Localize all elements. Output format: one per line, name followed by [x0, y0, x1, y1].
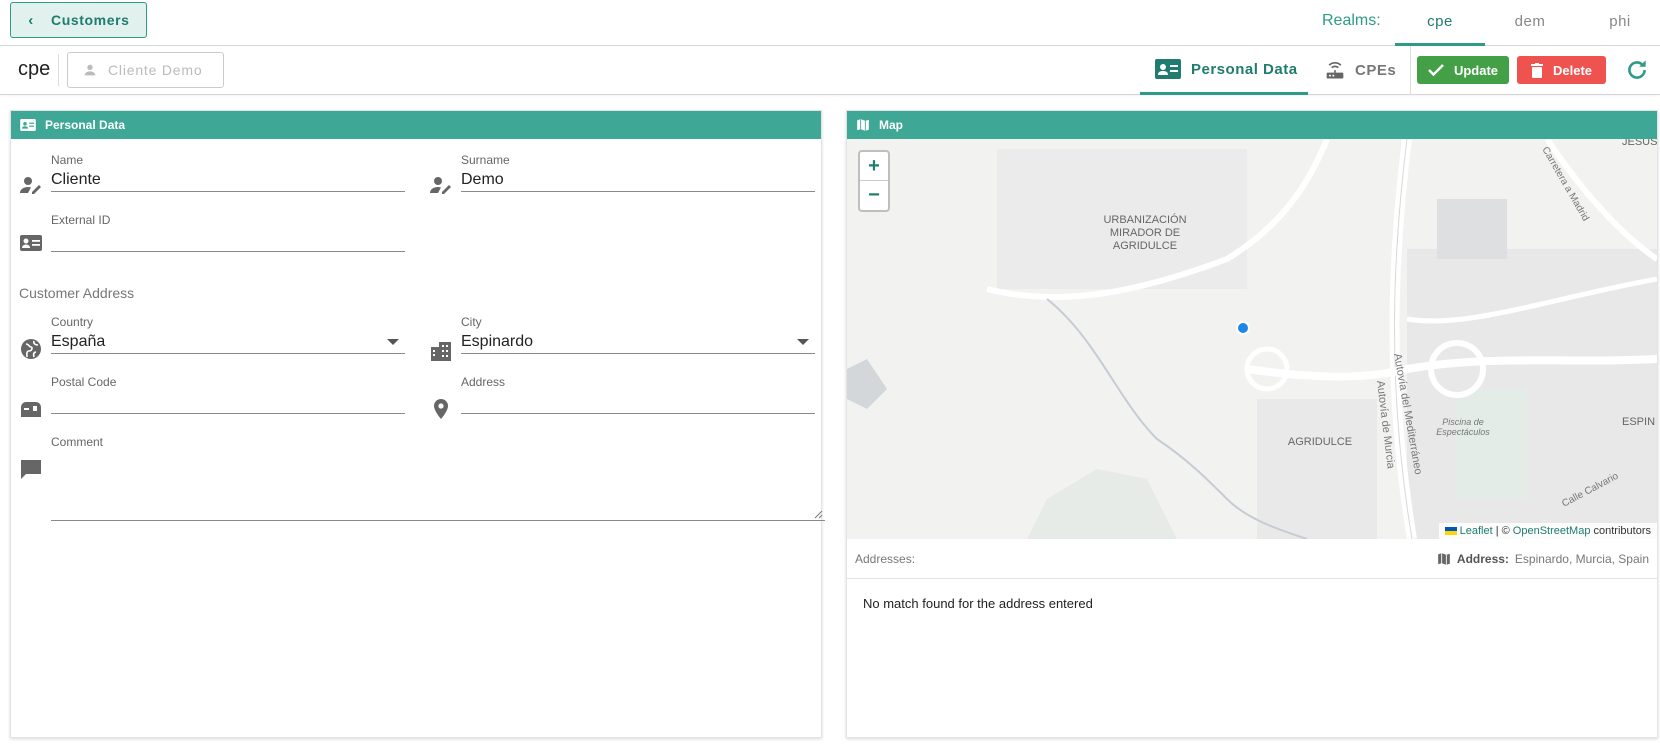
address-label: Address: [461, 375, 506, 389]
map-label: MIRADOR DE: [1110, 227, 1180, 239]
mailbox-icon: [21, 402, 41, 417]
realm-tab-dem[interactable]: dem: [1485, 0, 1575, 46]
person-icon: [84, 64, 96, 76]
location-marker[interactable]: [1236, 321, 1250, 335]
person-edit-icon: [430, 177, 451, 194]
zoom-out-button[interactable]: −: [860, 181, 888, 210]
postal-code-input[interactable]: [51, 393, 405, 414]
surname-field[interactable]: Surname Demo: [461, 153, 815, 192]
external-id-label: External ID: [51, 213, 111, 227]
attribution-separator: | ©: [1495, 525, 1510, 537]
postal-code-label: Postal Code: [51, 375, 117, 389]
map-label: AGRIDULCE: [1288, 436, 1352, 448]
comment-icon: [21, 460, 41, 479]
zoom-control: + −: [858, 150, 890, 212]
realm-tab-phi[interactable]: phi: [1575, 0, 1660, 46]
address-info-bar: Addresses: Address: Espinardo, Murcia, S…: [847, 539, 1657, 579]
zoom-in-button[interactable]: +: [860, 152, 888, 181]
card-title: Map: [879, 118, 903, 132]
customer-toolbar: cpe Cliente Demo Personal Data CPEs Upda…: [0, 46, 1660, 95]
divider: [1410, 46, 1411, 95]
address-field[interactable]: Address: [461, 375, 815, 414]
card-header: Personal Data: [11, 111, 821, 139]
address-key: Address:: [1456, 552, 1509, 566]
name-label: Name: [51, 153, 84, 167]
dropdown-arrow-icon[interactable]: [387, 339, 399, 345]
delete-button-label: Delete: [1552, 62, 1593, 78]
map-attribution: Leaflet | © OpenStreetMap contributors: [1438, 523, 1657, 539]
dropdown-arrow-icon[interactable]: [797, 339, 809, 345]
map-label: JESÚS: [1622, 139, 1657, 148]
name-field[interactable]: Name Cliente: [51, 153, 405, 192]
tab-cpes[interactable]: CPEs: [1325, 46, 1396, 95]
address-value: Espinardo, Murcia, Spain: [1514, 552, 1649, 566]
location-pin-icon: [434, 399, 448, 419]
refresh-icon[interactable]: [1624, 57, 1650, 83]
map-icon: [857, 119, 869, 131]
globe-icon: [21, 339, 41, 359]
current-realm: cpe: [18, 58, 51, 80]
addresses-label: Addresses:: [855, 552, 916, 566]
update-button-label: Update: [1453, 62, 1499, 78]
card-header: Map: [847, 111, 1657, 139]
customer-address-heading: Customer Address: [19, 285, 135, 301]
city-icon: [431, 342, 451, 361]
city-value[interactable]: Espinardo: [461, 333, 815, 354]
card-title: Personal Data: [45, 118, 126, 132]
tab-personal-data-label: Personal Data: [1191, 60, 1298, 78]
comment-textarea[interactable]: [51, 449, 825, 521]
name-input[interactable]: Cliente: [51, 171, 405, 192]
check-icon: [1428, 64, 1444, 77]
city-select[interactable]: City Espinardo: [461, 315, 815, 354]
customer-chip: Cliente Demo: [67, 52, 224, 88]
tab-personal-data[interactable]: Personal Data: [1140, 46, 1308, 95]
trash-icon: [1530, 62, 1543, 78]
router-icon: [1326, 61, 1344, 78]
map-label: ESPIN: [1622, 416, 1655, 428]
comment-label: Comment: [51, 435, 104, 449]
city-label: City: [461, 315, 482, 329]
map-view[interactable]: URBANIZACIÓN MIRADOR DE AGRIDULCE AGRIDU…: [847, 139, 1657, 539]
comment-field[interactable]: Comment: [51, 435, 825, 521]
address-summary: Address: Espinardo, Murcia, Spain: [1437, 552, 1649, 566]
openstreetmap-link[interactable]: OpenStreetMap: [1513, 525, 1591, 537]
delete-button[interactable]: Delete: [1517, 56, 1606, 84]
map-icon: [1438, 553, 1450, 565]
resize-handle-icon[interactable]: [814, 510, 823, 519]
update-button[interactable]: Update: [1417, 56, 1509, 84]
country-label: Country: [51, 315, 94, 329]
map-label: Espectáculos: [1436, 427, 1490, 437]
id-card-icon: [1155, 59, 1181, 79]
postal-code-field[interactable]: Postal Code: [51, 375, 405, 414]
badge-icon: [20, 235, 42, 251]
personal-data-card: Personal Data Name Cliente Surname Demo …: [10, 110, 825, 738]
top-bar: ‹ Customers Realms: cpe dem phi: [0, 0, 1660, 46]
surname-input[interactable]: Demo: [461, 171, 815, 192]
back-to-customers-button[interactable]: ‹ Customers: [10, 2, 147, 38]
map-tiles: URBANIZACIÓN MIRADOR DE AGRIDULCE AGRIDU…: [847, 139, 1657, 539]
chevron-left-icon: ‹: [28, 11, 34, 29]
leaflet-link[interactable]: Leaflet: [1460, 525, 1493, 537]
customer-chip-label: Cliente Demo: [108, 62, 203, 78]
divider: [58, 54, 59, 86]
person-edit-icon: [20, 177, 41, 194]
tab-cpes-label: CPEs: [1355, 62, 1397, 79]
no-match-message: No match found for the address entered: [863, 596, 1093, 611]
address-input[interactable]: [461, 393, 815, 414]
map-card: Map URBANIZACIÓN MIRADOR DE AGRIDULCE AG…: [846, 110, 1658, 738]
surname-label: Surname: [461, 153, 510, 167]
realm-tab-cpe[interactable]: cpe: [1395, 0, 1485, 46]
ukraine-flag-icon: [1444, 527, 1457, 536]
country-value[interactable]: España: [51, 333, 405, 354]
map-label: URBANIZACIÓN: [1103, 213, 1186, 226]
map-label: AGRIDULCE: [1113, 240, 1177, 252]
country-select[interactable]: Country España: [51, 315, 405, 354]
back-button-label: Customers: [51, 12, 130, 28]
external-id-input[interactable]: [51, 231, 405, 252]
realms-label: Realms:: [1322, 12, 1381, 29]
map-label: Piscina de: [1442, 417, 1484, 427]
id-card-icon: [20, 119, 36, 131]
attribution-contributors: contributors: [1593, 525, 1651, 537]
external-id-field[interactable]: External ID: [51, 213, 405, 252]
